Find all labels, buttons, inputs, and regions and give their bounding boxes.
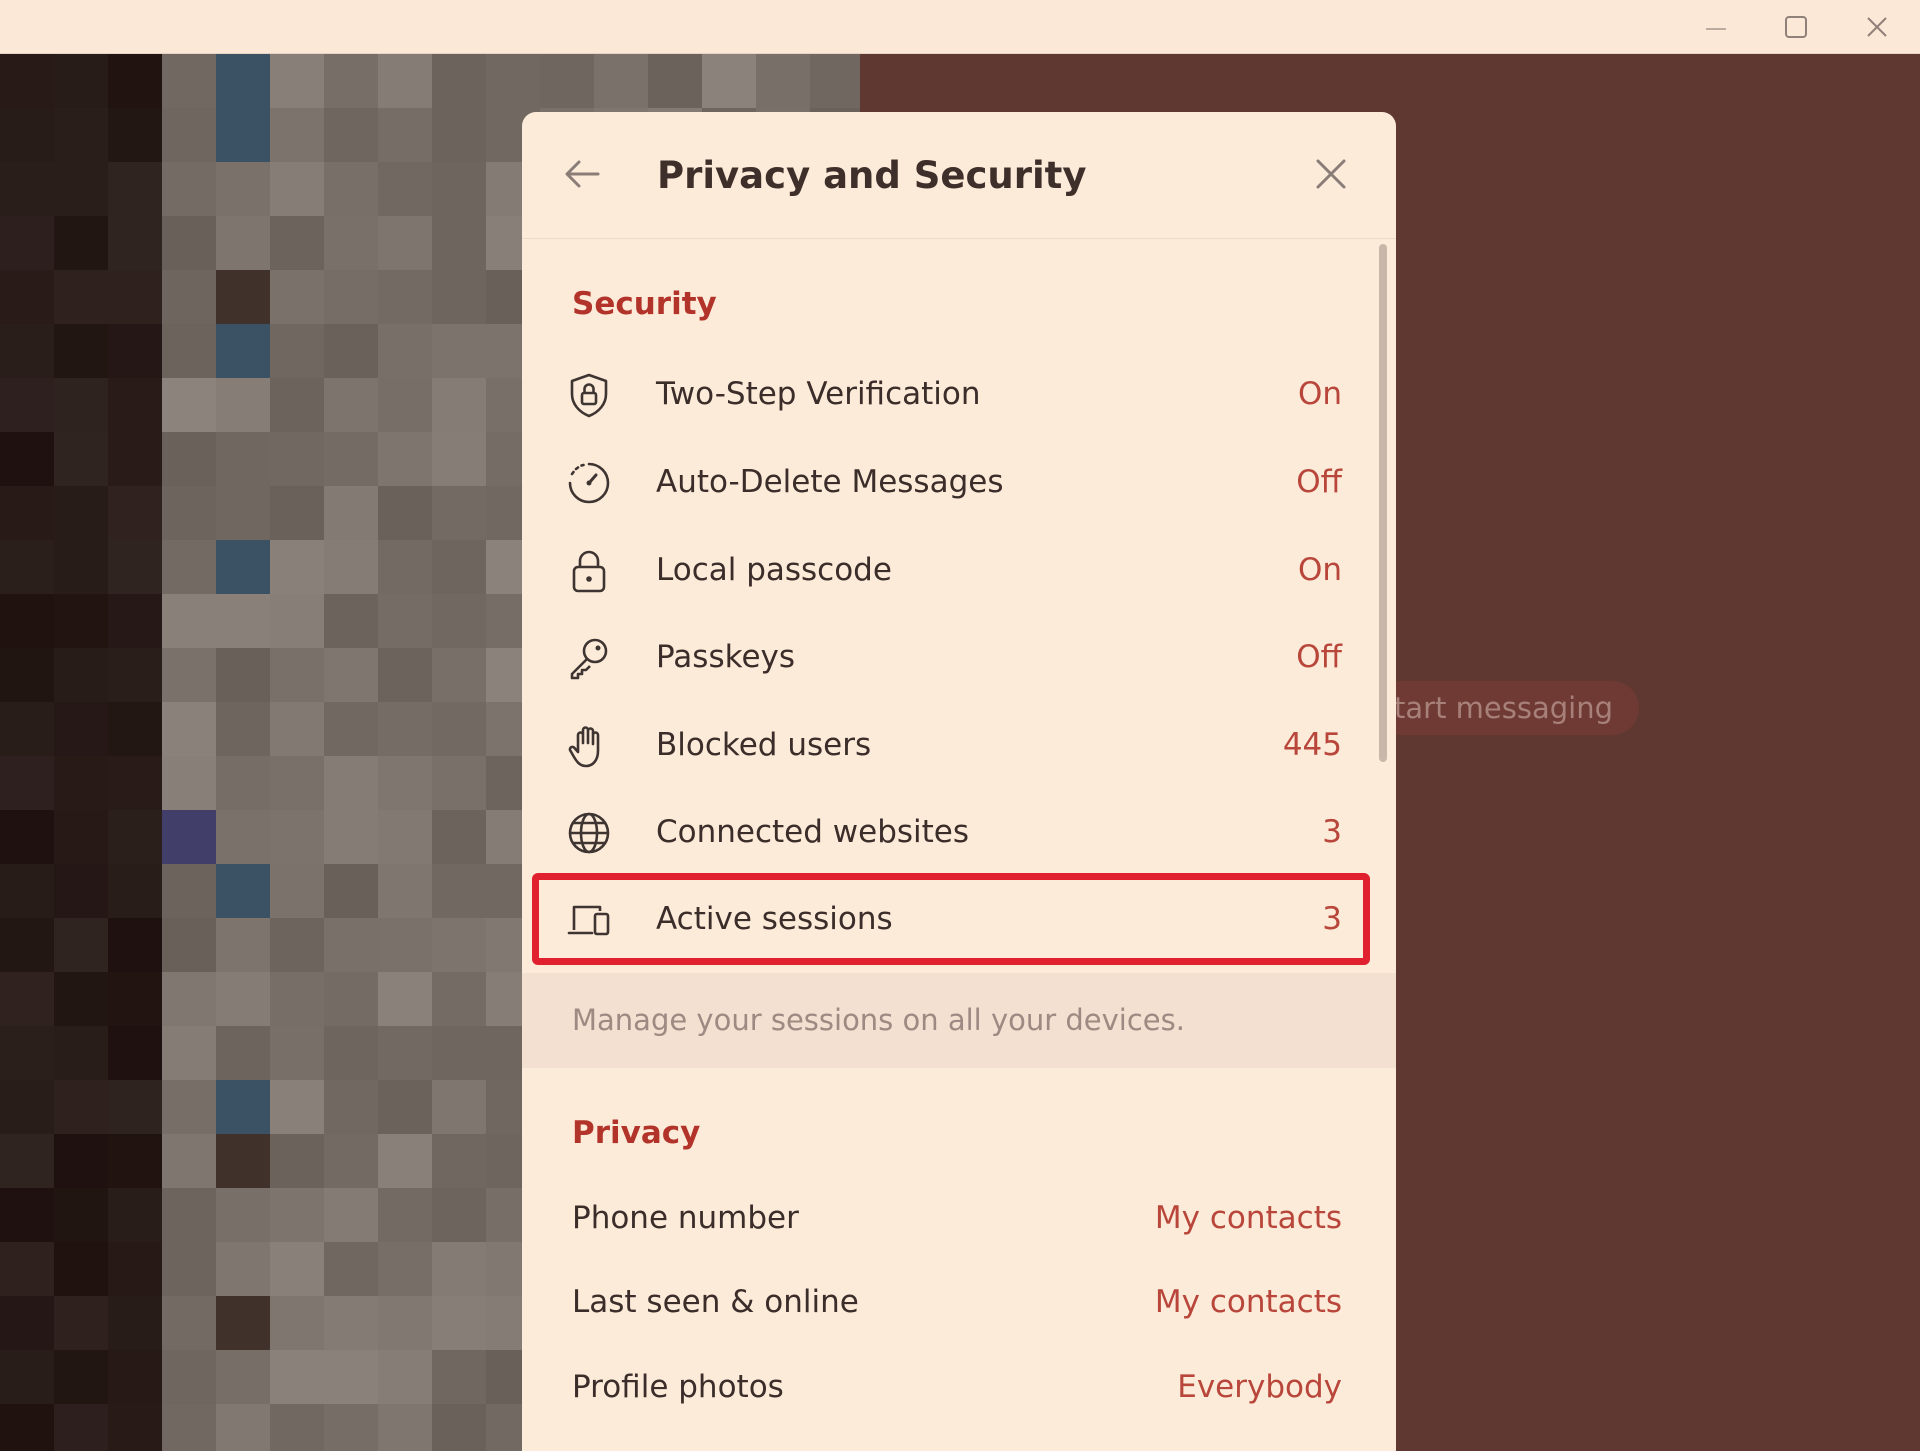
dialog-close-button[interactable] bbox=[1306, 149, 1356, 199]
dialog-title: Privacy and Security bbox=[657, 154, 1087, 197]
two-step-verification-row[interactable]: Two-Step Verification On bbox=[536, 352, 1366, 436]
back-button[interactable] bbox=[557, 149, 607, 199]
maximize-button[interactable] bbox=[1757, 0, 1835, 54]
arrow-left-icon bbox=[565, 160, 600, 188]
sessions-info-band: Manage your sessions on all your devices… bbox=[522, 973, 1396, 1068]
minimize-icon bbox=[1706, 28, 1726, 30]
phone-number-row[interactable]: Phone number My contacts bbox=[536, 1176, 1366, 1260]
window-titlebar bbox=[0, 0, 1920, 54]
row-value: My contacts bbox=[1154, 1200, 1342, 1236]
hand-icon bbox=[568, 726, 600, 768]
security-section-title: Security bbox=[572, 286, 717, 322]
dialog-scrollbar[interactable] bbox=[1379, 244, 1387, 762]
devices-icon bbox=[567, 905, 610, 936]
close-icon bbox=[1867, 17, 1887, 37]
lock-icon bbox=[572, 550, 606, 593]
row-value: Off bbox=[1296, 464, 1342, 500]
row-label: Two-Step Verification bbox=[656, 376, 981, 412]
privacy-section-title: Privacy bbox=[572, 1115, 701, 1151]
sessions-info-text: Manage your sessions on all your devices… bbox=[572, 1003, 1185, 1037]
blocked-users-row[interactable]: Blocked users 445 bbox=[536, 703, 1366, 787]
minimize-button[interactable] bbox=[1677, 0, 1755, 54]
active-sessions-row[interactable]: Active sessions 3 bbox=[532, 873, 1370, 965]
row-label: Last seen & online bbox=[572, 1284, 859, 1320]
row-label: Active sessions bbox=[656, 901, 893, 937]
row-value: On bbox=[1297, 552, 1342, 588]
row-label: Passkeys bbox=[656, 639, 796, 675]
row-label: Local passcode bbox=[656, 552, 892, 588]
local-passcode-row[interactable]: Local passcode On bbox=[536, 528, 1366, 612]
dialog-header: Privacy and Security bbox=[522, 112, 1396, 239]
row-value: Off bbox=[1296, 639, 1342, 675]
last-seen-online-row[interactable]: Last seen & online My contacts bbox=[536, 1260, 1366, 1344]
maximize-icon bbox=[1785, 16, 1807, 38]
auto-delete-messages-row[interactable]: Auto-Delete Messages Off bbox=[536, 440, 1366, 524]
privacy-security-dialog: Privacy and Security Security Two-Step V… bbox=[522, 112, 1396, 1451]
timer-icon bbox=[568, 462, 610, 504]
row-label: Phone number bbox=[572, 1200, 799, 1236]
row-label: Profile photos bbox=[572, 1369, 784, 1405]
key-icon bbox=[570, 638, 608, 680]
row-value: My contacts bbox=[1154, 1284, 1342, 1320]
row-value: 3 bbox=[1322, 901, 1342, 937]
row-value: On bbox=[1297, 376, 1342, 412]
row-label: Auto-Delete Messages bbox=[656, 464, 1004, 500]
passkeys-row[interactable]: Passkeys Off bbox=[536, 615, 1366, 699]
row-value: Everybody bbox=[1177, 1369, 1342, 1405]
row-label: Connected websites bbox=[656, 814, 970, 850]
row-value: 445 bbox=[1282, 727, 1342, 763]
profile-photos-row[interactable]: Profile photos Everybody bbox=[536, 1345, 1366, 1429]
window-close-button[interactable] bbox=[1838, 0, 1916, 54]
shield-lock-icon bbox=[570, 373, 608, 418]
row-label: Blocked users bbox=[656, 727, 872, 763]
row-value: 3 bbox=[1322, 814, 1342, 850]
connected-websites-row[interactable]: Connected websites 3 bbox=[536, 790, 1366, 874]
close-icon bbox=[1316, 159, 1346, 189]
globe-icon bbox=[568, 812, 610, 854]
